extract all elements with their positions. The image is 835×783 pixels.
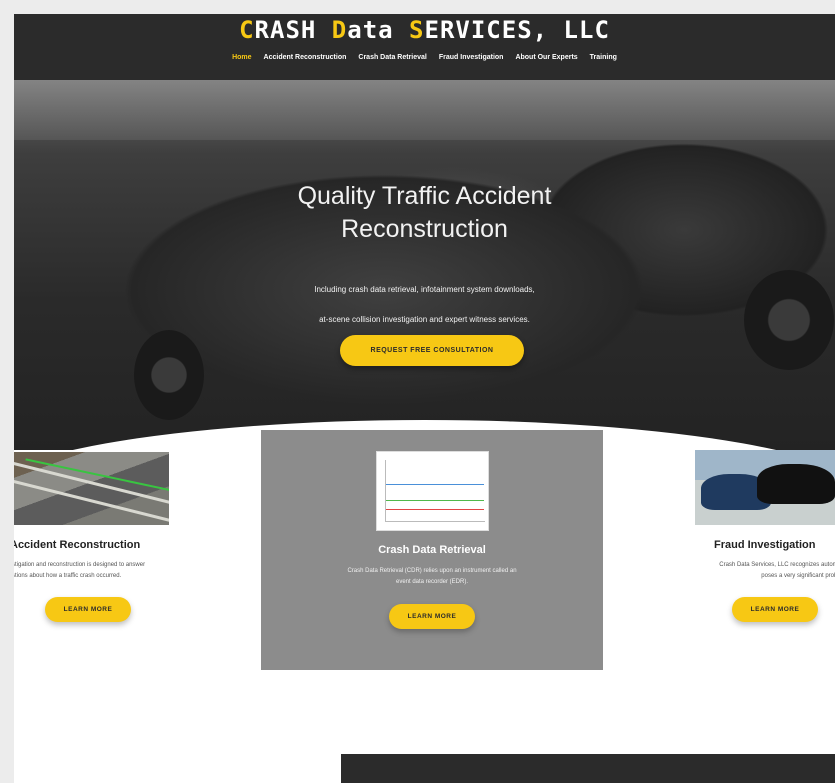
nav-item-about-our-experts[interactable]: About Our Experts <box>515 54 577 61</box>
fraud-investigation-text: Crash Data Services, LLC recognizes auto… <box>647 560 835 582</box>
nav-item-home[interactable]: Home <box>232 54 251 61</box>
graph-line-blue <box>386 484 484 485</box>
nav-item-training[interactable]: Training <box>590 54 617 61</box>
logo-letter-c: C <box>239 16 255 44</box>
nav-item-fraud-investigation[interactable]: Fraud Investigation <box>439 54 504 61</box>
accident-reconstruction-title: Accident Reconstruction <box>14 539 141 551</box>
accident-reconstruction-image <box>14 452 169 525</box>
hero-subtitle-line: Including crash data retrieval, infotain… <box>314 285 535 294</box>
bottom-section-block <box>341 754 835 783</box>
site-header: CRASH Data SERVICES, LLC Home Accident R… <box>14 14 835 80</box>
logo-letter-d: D <box>331 16 348 44</box>
hero-subtitle: Including crash data retrieval, infotain… <box>14 275 835 335</box>
fraud-image-car-black <box>757 464 835 504</box>
nav-item-accident-reconstruction[interactable]: Accident Reconstruction <box>264 54 347 61</box>
accident-text-line: stions about how a traffic crash occurre… <box>14 573 122 579</box>
crash-data-retrieval-text: Crash Data Retrieval (CDR) relies upon a… <box>261 566 603 588</box>
fraud-investigation-title: Fraud Investigation <box>714 539 816 551</box>
site-logo[interactable]: CRASH Data SERVICES, LLC <box>14 16 835 44</box>
crash-data-graph-image <box>376 451 489 531</box>
fraud-text-line: poses a very significant problem <box>761 573 835 579</box>
logo-letter-s: S <box>409 16 425 44</box>
fraud-learn-more-button[interactable]: LEARN MORE <box>732 597 818 622</box>
graph-axis <box>385 460 485 522</box>
main-nav: Home Accident Reconstruction Crash Data … <box>14 54 835 61</box>
fraud-text-line: Crash Data Services, LLC recognizes auto… <box>719 562 835 568</box>
graph-line-red <box>386 509 484 510</box>
logo-word-crash: RASH <box>254 16 332 44</box>
request-consultation-button[interactable]: REQUEST FREE CONSULTATION <box>340 335 524 366</box>
accident-reconstruction-text: stigation and reconstruction is designed… <box>14 560 145 582</box>
crash-text-line: Crash Data Retrieval (CDR) relies upon a… <box>347 568 517 574</box>
hero-title-line: Quality Traffic Accident <box>297 182 552 210</box>
graph-line-green <box>386 500 484 501</box>
logo-word-data: ata <box>347 16 410 44</box>
hero-crashed-car-image <box>24 120 744 420</box>
accident-text-line: stigation and reconstruction is designed… <box>14 562 146 568</box>
hero-subtitle-line: at-scene collision investigation and exp… <box>319 315 530 324</box>
nav-item-crash-data-retrieval[interactable]: Crash Data Retrieval <box>358 54 426 61</box>
crash-data-retrieval-title: Crash Data Retrieval <box>378 544 486 556</box>
website-page: CRASH Data SERVICES, LLC Home Accident R… <box>14 14 835 783</box>
crash-text-line: event data recorder (EDR). <box>395 579 469 585</box>
logo-word-services: ERVICES, LLC <box>424 16 610 44</box>
crash-data-learn-more-button[interactable]: LEARN MORE <box>389 604 475 629</box>
trajectory-line <box>25 458 169 492</box>
hero-section: Quality Traffic Accident Reconstruction … <box>14 80 835 450</box>
hero-title: Quality Traffic Accident Reconstruction <box>14 180 835 246</box>
hero-title-line: Reconstruction <box>341 215 508 243</box>
fraud-investigation-image <box>695 450 835 525</box>
accident-learn-more-button[interactable]: LEARN MORE <box>45 597 131 622</box>
hero-car-wheel <box>134 330 204 420</box>
